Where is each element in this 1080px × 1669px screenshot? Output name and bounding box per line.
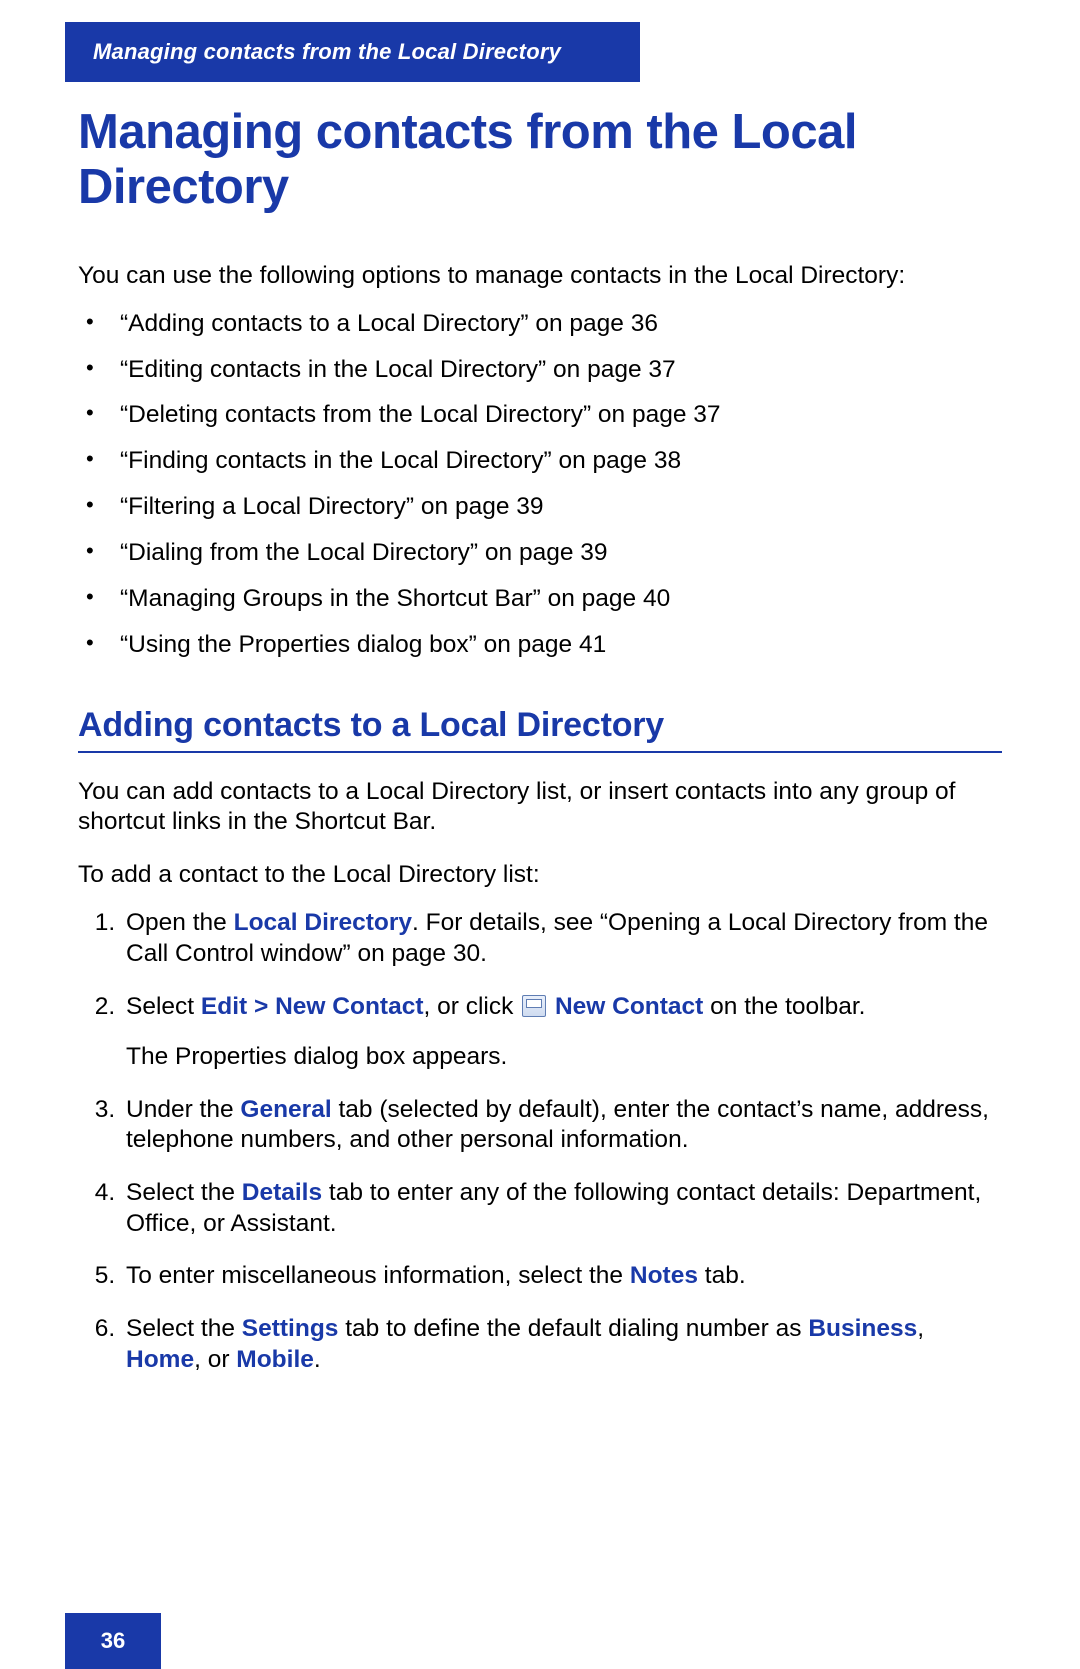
section-heading: Adding contacts to a Local Directory xyxy=(78,706,1002,753)
step-text: tab to define the default dialing number… xyxy=(338,1315,808,1342)
keyword-mobile: Mobile xyxy=(236,1346,314,1373)
step-text: Under the xyxy=(126,1096,240,1123)
step-item: Select Edit > New Contact, or click New … xyxy=(122,992,1002,1073)
intro-paragraph: You can use the following options to man… xyxy=(78,261,1002,291)
keyword-edit-new-contact: Edit > New Contact xyxy=(201,993,424,1020)
toc-list: “Adding contacts to a Local Directory” o… xyxy=(78,309,1002,660)
step-item: To enter miscellaneous information, sele… xyxy=(122,1261,1002,1292)
running-title: Managing contacts from the Local Directo… xyxy=(93,39,561,65)
toc-item[interactable]: “Editing contacts in the Local Directory… xyxy=(78,355,1002,385)
keyword-local-directory: Local Directory xyxy=(234,909,412,936)
step-text: Select the xyxy=(126,1179,242,1206)
steps-list: Open the Local Directory. For details, s… xyxy=(78,908,1002,1375)
page-number: 36 xyxy=(101,1628,125,1654)
keyword-general: General xyxy=(240,1096,331,1123)
step-text: on the toolbar. xyxy=(703,993,865,1020)
step-text: tab. xyxy=(698,1262,746,1289)
header-bar: Managing contacts from the Local Directo… xyxy=(65,22,640,82)
toc-item[interactable]: “Filtering a Local Directory” on page 39 xyxy=(78,492,1002,522)
step-text: , or click xyxy=(423,993,520,1020)
step-text: To enter miscellaneous information, sele… xyxy=(126,1262,630,1289)
keyword-new-contact: New Contact xyxy=(555,993,703,1020)
step-text: Select xyxy=(126,993,201,1020)
step-item: Select the Settings tab to define the de… xyxy=(122,1314,1002,1375)
step-item: Open the Local Directory. For details, s… xyxy=(122,908,1002,969)
step-sub-text: The Properties dialog box appears. xyxy=(126,1042,1002,1073)
content-area: Managing contacts from the Local Directo… xyxy=(78,105,1002,1397)
step-text: , xyxy=(917,1315,924,1342)
keyword-settings: Settings xyxy=(242,1315,339,1342)
step-text: . xyxy=(314,1346,321,1373)
toc-item[interactable]: “Finding contacts in the Local Directory… xyxy=(78,446,1002,476)
step-text: Open the xyxy=(126,909,234,936)
new-contact-icon xyxy=(522,995,546,1017)
keyword-business: Business xyxy=(808,1315,917,1342)
step-text: , or xyxy=(194,1346,236,1373)
page-title: Managing contacts from the Local Directo… xyxy=(78,105,1002,215)
step-text: Select the xyxy=(126,1315,242,1342)
toc-item[interactable]: “Managing Groups in the Shortcut Bar” on… xyxy=(78,584,1002,614)
step-item: Select the Details tab to enter any of t… xyxy=(122,1178,1002,1239)
toc-item[interactable]: “Using the Properties dialog box” on pag… xyxy=(78,630,1002,660)
keyword-home: Home xyxy=(126,1346,194,1373)
steps-lead-in: To add a contact to the Local Directory … xyxy=(78,860,1002,890)
keyword-details: Details xyxy=(242,1179,322,1206)
toc-item[interactable]: “Dialing from the Local Directory” on pa… xyxy=(78,538,1002,568)
keyword-notes: Notes xyxy=(630,1262,698,1289)
toc-item[interactable]: “Adding contacts to a Local Directory” o… xyxy=(78,309,1002,339)
step-item: Under the General tab (selected by defau… xyxy=(122,1095,1002,1156)
footer-page-number-bar: 36 xyxy=(65,1613,161,1669)
page: Managing contacts from the Local Directo… xyxy=(0,0,1080,1669)
toc-item[interactable]: “Deleting contacts from the Local Direct… xyxy=(78,400,1002,430)
section-paragraph: You can add contacts to a Local Director… xyxy=(78,777,1002,837)
